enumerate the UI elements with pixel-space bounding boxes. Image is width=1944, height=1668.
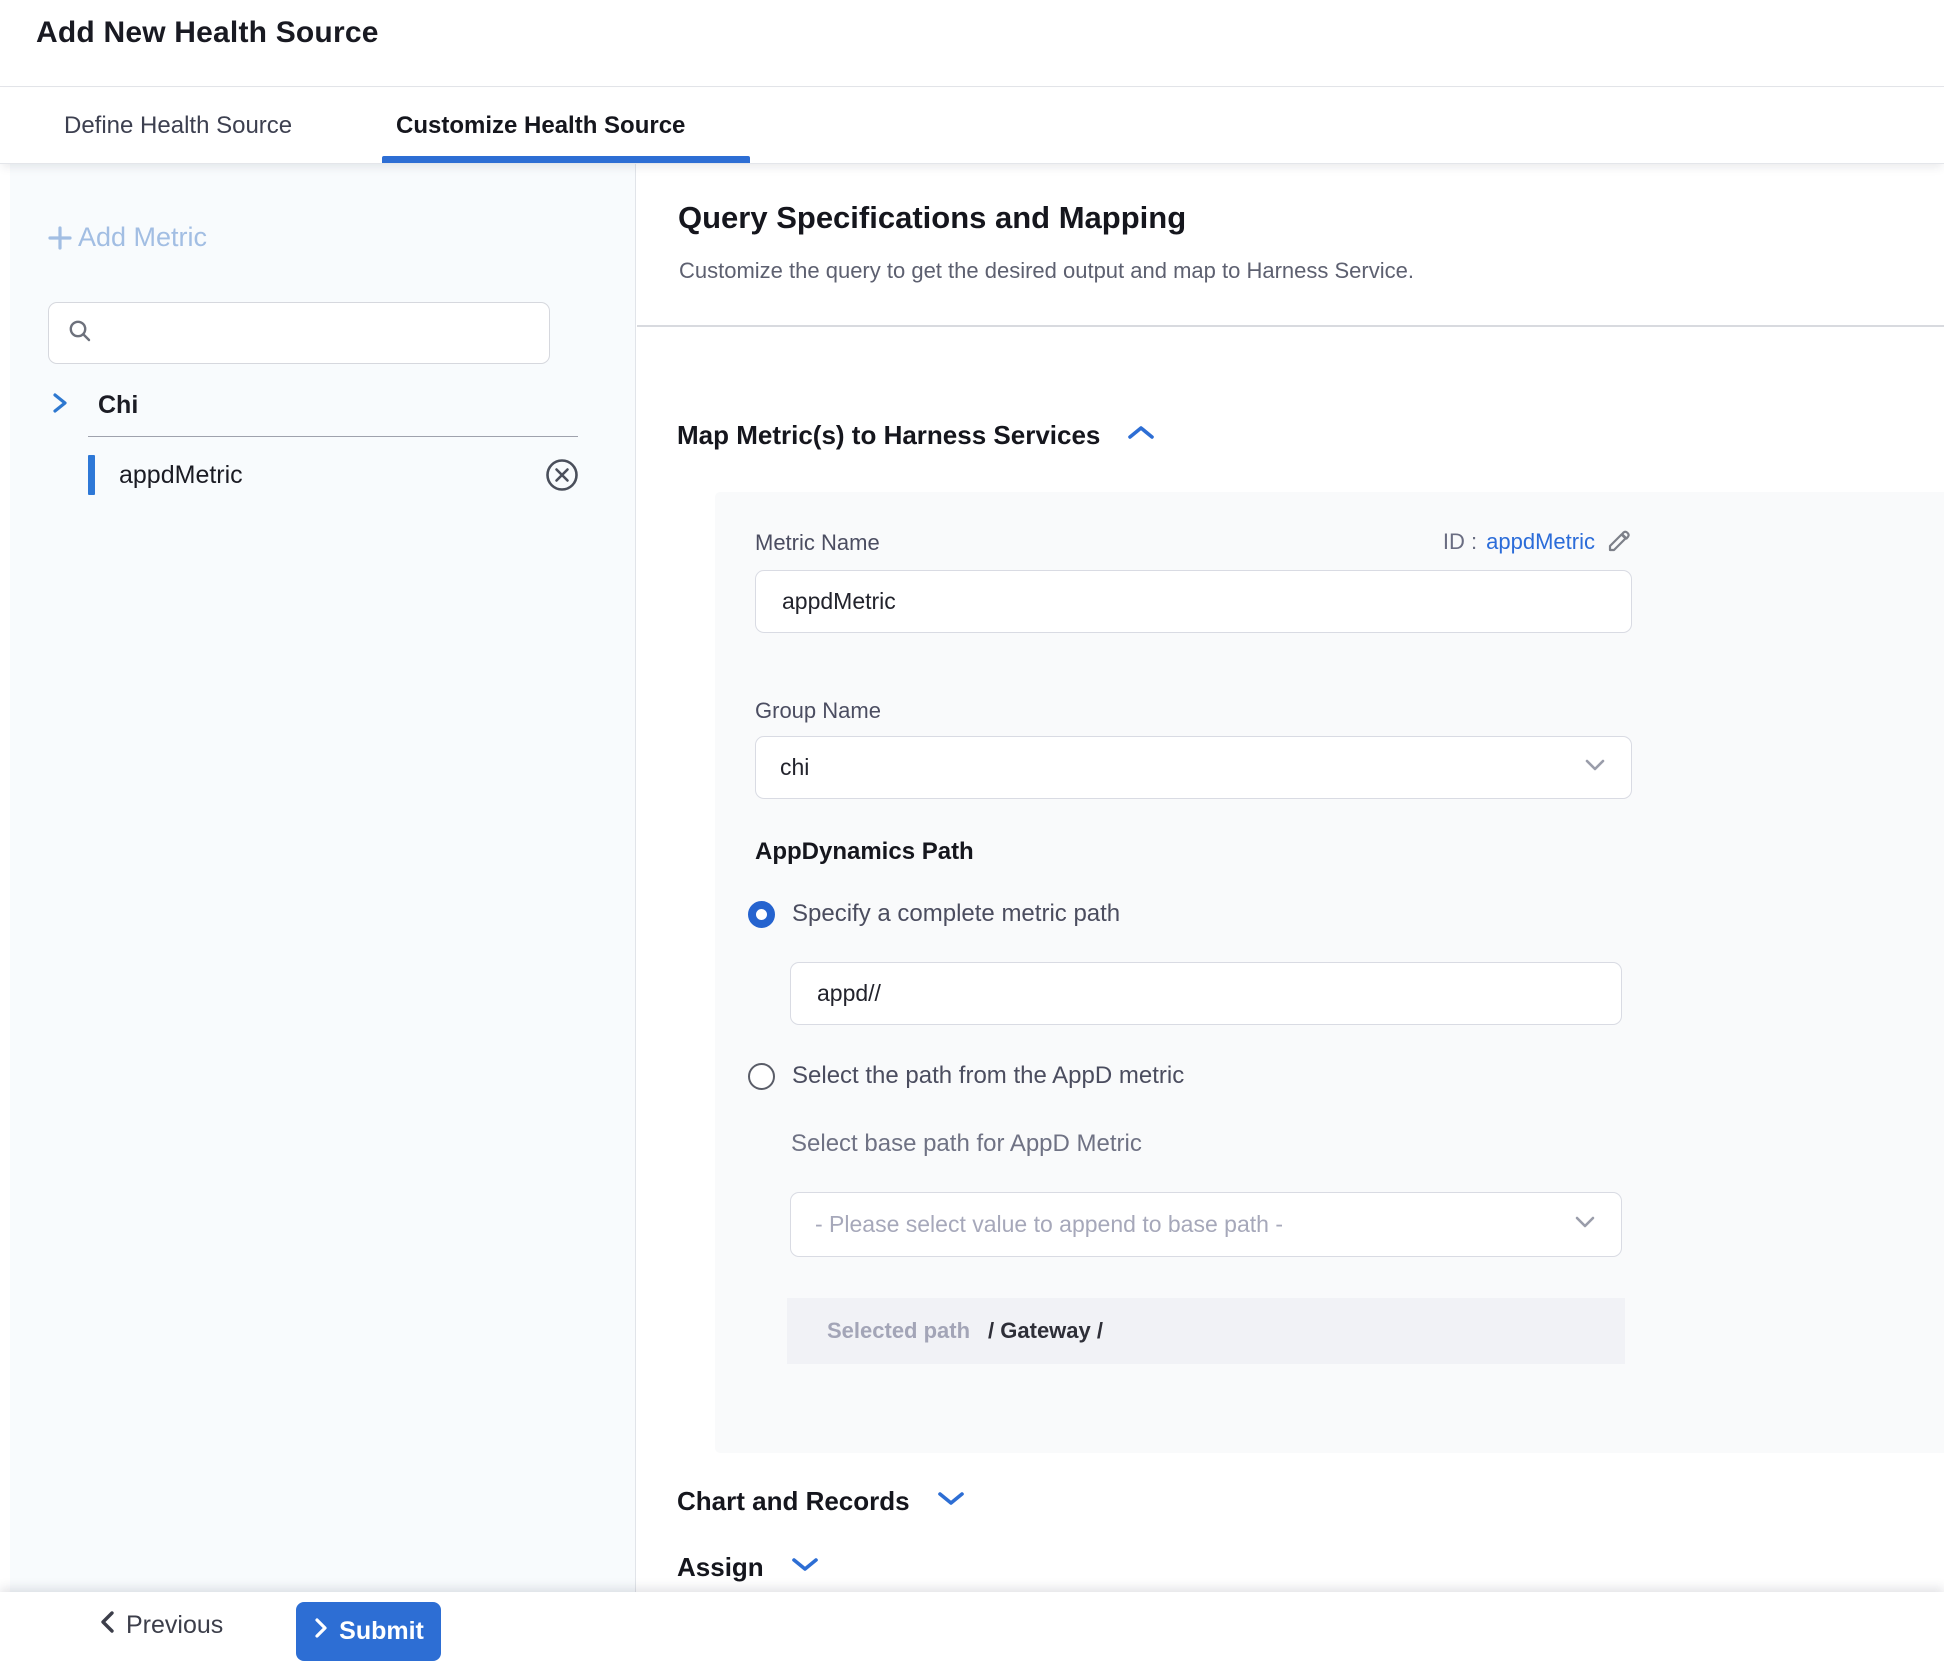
- add-metric-label: Add Metric: [78, 222, 207, 253]
- radio-select-path-label: Select the path from the AppD metric: [792, 1062, 1184, 1090]
- metric-name-input-wrap: [755, 570, 1632, 633]
- id-value-link[interactable]: appdMetric: [1486, 529, 1595, 555]
- metric-list-item-appdmetric[interactable]: appdMetric: [88, 452, 580, 498]
- submit-label: Submit: [339, 1617, 424, 1646]
- edit-id-pencil-icon[interactable]: [1604, 528, 1632, 556]
- base-path-placeholder: - Please select value to append to base …: [815, 1211, 1283, 1238]
- previous-label: Previous: [126, 1611, 223, 1640]
- map-metrics-heading: Map Metric(s) to Harness Services: [677, 420, 1100, 451]
- panel-subtitle: Customize the query to get the desired o…: [679, 258, 1414, 284]
- appdynamics-path-heading: AppDynamics Path: [755, 838, 974, 866]
- add-metric-button[interactable]: Add Metric: [46, 222, 207, 253]
- radio-complete-path-label: Specify a complete metric path: [792, 900, 1120, 928]
- radio-selected-icon[interactable]: [748, 901, 775, 928]
- map-metrics-section-header[interactable]: Map Metric(s) to Harness Services: [677, 420, 1156, 451]
- group-name-label: Group Name: [755, 698, 881, 724]
- selected-path-value: / Gateway /: [988, 1318, 1103, 1344]
- base-path-select[interactable]: - Please select value to append to base …: [790, 1192, 1622, 1257]
- assign-section-header[interactable]: Assign: [677, 1552, 820, 1583]
- radio-complete-metric-path[interactable]: Specify a complete metric path: [748, 900, 1120, 928]
- group-name-value: chi: [780, 754, 809, 781]
- tab-bar: Define Health Source Customize Health So…: [0, 88, 1944, 164]
- complete-path-input[interactable]: [791, 980, 1621, 1007]
- radio-select-appd-path[interactable]: Select the path from the AppD metric: [748, 1062, 1184, 1090]
- chevron-up-icon[interactable]: [1126, 423, 1156, 448]
- search-input[interactable]: [105, 320, 525, 346]
- metrics-sidebar: Add Metric Chi appdMetric: [10, 164, 636, 1592]
- metric-item-label: appdMetric: [119, 461, 544, 490]
- active-tab-underline: [382, 156, 750, 163]
- metric-id-row: ID : appdMetric: [755, 528, 1632, 556]
- dialog-header: Add New Health Source: [0, 0, 1944, 87]
- chevron-right-icon: [313, 1616, 329, 1647]
- query-specifications-panel: Query Specifications and Mapping Customi…: [637, 164, 1944, 1592]
- metric-mapping-card: Metric Name ID : appdMetric Group Name c…: [715, 492, 1944, 1453]
- previous-button[interactable]: Previous: [98, 1609, 223, 1642]
- chevron-down-icon: [1583, 757, 1607, 778]
- dialog-footer: Previous Submit: [0, 1592, 1944, 1668]
- assign-heading: Assign: [677, 1552, 764, 1583]
- chevron-down-icon[interactable]: [790, 1555, 820, 1580]
- sidebar-divider: [88, 436, 578, 437]
- search-icon: [67, 318, 93, 349]
- chevron-down-icon[interactable]: [936, 1489, 966, 1514]
- chart-records-section-header[interactable]: Chart and Records: [677, 1486, 966, 1517]
- base-path-label: Select base path for AppD Metric: [791, 1130, 1142, 1158]
- complete-path-input-wrap: [790, 962, 1622, 1025]
- metric-group-label: Chi: [98, 391, 138, 420]
- dialog-title: Add New Health Source: [36, 16, 379, 50]
- selected-metric-indicator: [88, 455, 95, 495]
- chart-records-heading: Chart and Records: [677, 1486, 910, 1517]
- radio-unselected-icon[interactable]: [748, 1063, 775, 1090]
- delete-metric-icon[interactable]: [544, 457, 580, 493]
- panel-divider: [637, 325, 1944, 327]
- add-new-health-source-dialog: Add New Health Source Define Health Sour…: [0, 0, 1944, 1668]
- plus-icon: [46, 224, 74, 252]
- metric-search-box[interactable]: [48, 302, 550, 364]
- tab-define-health-source[interactable]: Define Health Source: [64, 112, 292, 140]
- selected-path-row: Selected path / Gateway /: [787, 1298, 1625, 1364]
- chevron-down-icon: [1573, 1214, 1597, 1235]
- chevron-left-icon: [98, 1609, 116, 1642]
- submit-button[interactable]: Submit: [296, 1602, 441, 1661]
- selected-path-label: Selected path: [827, 1318, 970, 1344]
- panel-title: Query Specifications and Mapping: [678, 200, 1186, 236]
- id-label: ID :: [1443, 529, 1477, 555]
- group-name-select[interactable]: chi: [755, 736, 1632, 799]
- metric-group-chi[interactable]: Chi: [50, 390, 138, 421]
- metric-name-input[interactable]: [756, 588, 1631, 615]
- chevron-right-icon[interactable]: [50, 390, 70, 421]
- tab-customize-health-source[interactable]: Customize Health Source: [396, 112, 685, 140]
